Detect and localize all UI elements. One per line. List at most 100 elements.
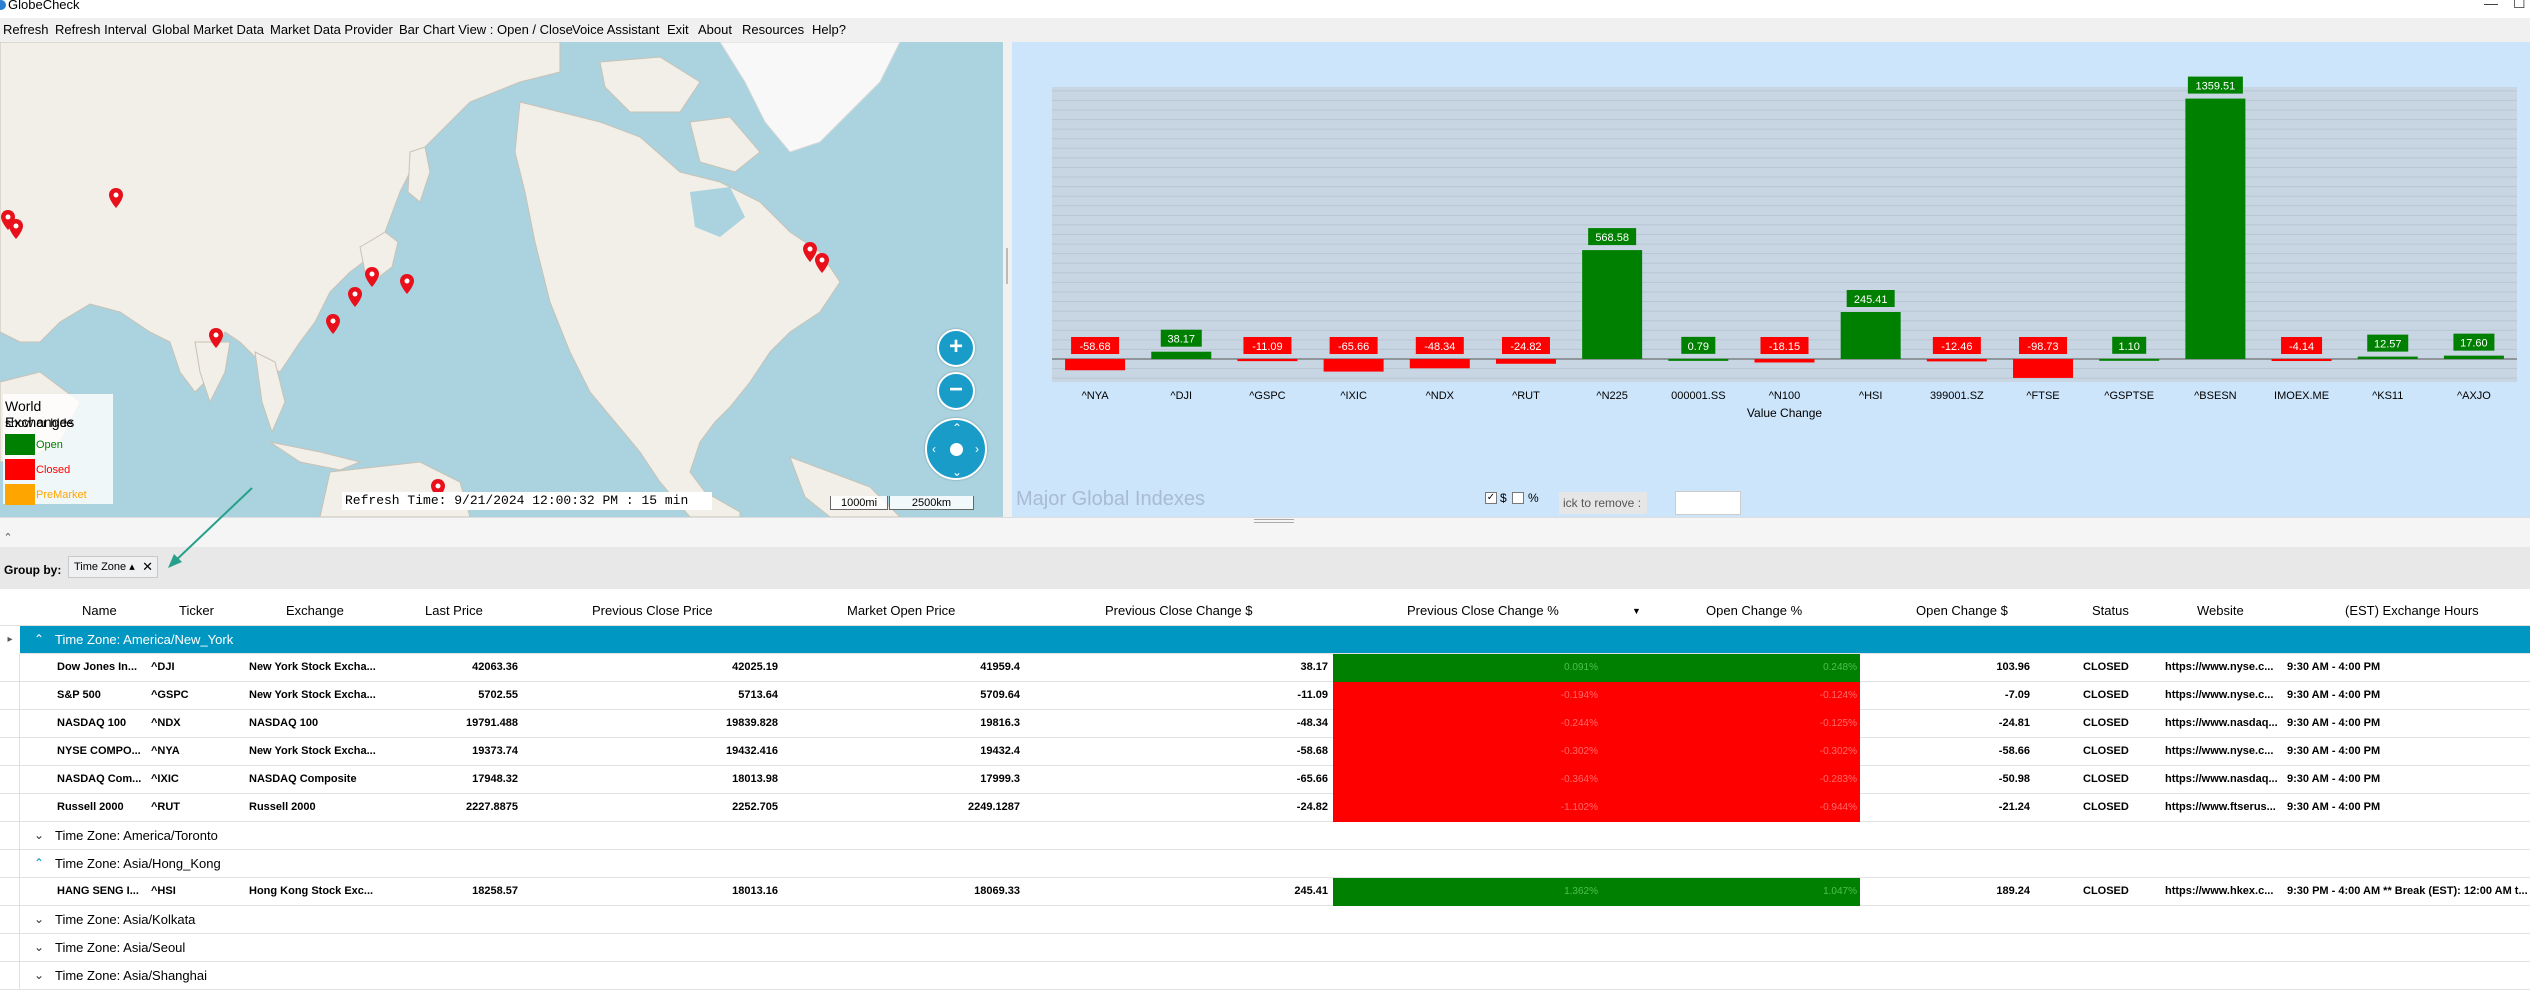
legend-open-swatch[interactable] — [5, 434, 35, 455]
column-header-website[interactable]: Website — [2197, 603, 2244, 618]
menu-voice-assistant[interactable]: Voice Assistant — [572, 22, 659, 37]
group-chip-time-zone[interactable]: Time Zone ▴ ✕ — [68, 556, 158, 578]
row-indicator-icon[interactable]: ▸ — [0, 626, 20, 654]
group-row[interactable]: ▸ ⌃ Time Zone: America/New_York — [0, 626, 2530, 654]
remove-ticker-input[interactable] — [1675, 491, 1741, 515]
column-header-previous-close-price[interactable]: Previous Close Price — [592, 603, 713, 618]
map-pan-control[interactable]: ⌃ ⌄ ‹ › — [925, 418, 987, 480]
column-header-exchange-hours[interactable]: (EST) Exchange Hours — [2345, 603, 2479, 618]
column-header-previous-close-change-usd[interactable]: Previous Close Change $ — [1105, 603, 1252, 618]
menu-refresh[interactable]: Refresh — [3, 22, 49, 37]
chart-bar[interactable] — [1495, 359, 1556, 364]
table-row[interactable]: HANG SENG I... ^HSI Hong Kong Stock Exc...… — [0, 878, 2530, 906]
zoom-in-button[interactable]: + — [937, 329, 975, 367]
chevron-down-icon[interactable]: ⌄ — [34, 940, 44, 954]
chart-bar[interactable] — [1237, 359, 1298, 362]
menu-exit[interactable]: Exit — [667, 22, 689, 37]
exchange-pin-icon[interactable] — [815, 253, 829, 273]
legend-closed-label[interactable]: Closed — [36, 464, 70, 476]
chart-bar[interactable] — [1323, 359, 1384, 372]
close-icon[interactable]: ✕ — [142, 557, 153, 577]
legend-open-label[interactable]: Open — [36, 439, 63, 451]
chart-bar[interactable] — [1151, 351, 1212, 360]
chevron-up-icon[interactable]: ⌃ — [34, 856, 44, 870]
menu-refresh-interval[interactable]: Refresh Interval — [55, 22, 147, 37]
menu-help[interactable]: Help? — [812, 22, 846, 37]
x-tick-label: ^N100 — [1769, 390, 1800, 402]
horizontal-splitter[interactable] — [0, 517, 2530, 547]
column-header-open-change-pct[interactable]: Open Change % — [1706, 603, 1802, 618]
bar-data-label: 568.58 — [1595, 232, 1629, 244]
pan-center-icon[interactable] — [950, 443, 963, 456]
menu-resources[interactable]: Resources — [742, 22, 804, 37]
column-header-last-price[interactable]: Last Price — [425, 603, 483, 618]
group-row[interactable]: ⌄ Time Zone: Asia/Shanghai — [0, 962, 2530, 990]
table-row[interactable]: NYSE COMPO... ^NYA New York Stock Excha...… — [0, 738, 2530, 766]
legend-closed-swatch[interactable] — [5, 459, 35, 480]
column-header-status[interactable]: Status — [2092, 603, 2129, 618]
pan-right-icon[interactable]: › — [975, 443, 979, 455]
column-header-exchange[interactable]: Exchange — [286, 603, 344, 618]
table-row[interactable]: S&P 500 ^GSPC New York Stock Excha... 5702.… — [0, 682, 2530, 710]
exchange-pin-icon[interactable] — [348, 287, 362, 307]
group-row[interactable]: ⌃ Time Zone: Asia/Hong_Kong — [0, 850, 2530, 878]
chevron-down-icon[interactable]: ⌄ — [34, 828, 44, 842]
table-row[interactable]: Dow Jones In... ^DJI New York Stock Excha.… — [0, 654, 2530, 682]
chevron-down-icon[interactable]: ⌄ — [34, 968, 44, 982]
group-row[interactable]: ⌄ Time Zone: Asia/Kolkata — [0, 906, 2530, 934]
chart-bar[interactable] — [2013, 359, 2074, 378]
chart-bar[interactable] — [2185, 98, 2246, 360]
chart-bar[interactable] — [1065, 359, 1126, 371]
group-row[interactable]: ⌄ Time Zone: America/Toronto — [0, 822, 2530, 850]
sort-descending-icon[interactable]: ▼ — [1632, 606, 1641, 616]
exchange-pin-icon[interactable] — [209, 328, 223, 348]
percent-checkbox[interactable] — [1512, 492, 1524, 504]
menu-about[interactable]: About — [698, 22, 732, 37]
bar-data-label: 245.41 — [1854, 294, 1888, 306]
world-map[interactable]: + − ⌃ ⌄ ‹ › World Exchanges show or hide… — [0, 42, 1003, 517]
chart-bar[interactable] — [1582, 250, 1643, 360]
chart-bar[interactable] — [2443, 355, 2504, 360]
legend-premarket-swatch[interactable] — [5, 484, 35, 505]
menu-global-market-data[interactable]: Global Market Data — [152, 22, 264, 37]
chevron-down-icon[interactable]: ⌄ — [34, 912, 44, 926]
menu-bar-chart-view[interactable]: Bar Chart View : Open / Close — [399, 22, 573, 37]
table-row[interactable]: NASDAQ 100 ^NDX NASDAQ 100 19791.488 19839.8… — [0, 710, 2530, 738]
maximize-button[interactable]: ☐ — [2513, 0, 2526, 10]
pan-left-icon[interactable]: ‹ — [932, 443, 936, 455]
exchange-pin-icon[interactable] — [365, 267, 379, 287]
column-header-open-change-usd[interactable]: Open Change $ — [1916, 603, 2008, 618]
chart-bar[interactable] — [2099, 358, 2160, 361]
pan-up-icon[interactable]: ⌃ — [952, 422, 962, 434]
chart-bar[interactable] — [2271, 359, 2332, 362]
zoom-out-button[interactable]: − — [937, 372, 975, 410]
cell-prev: 5713.64 — [738, 689, 778, 701]
exchange-pin-icon[interactable] — [9, 219, 23, 239]
column-header-previous-close-change-pct[interactable]: Previous Close Change % — [1407, 603, 1559, 618]
chart-bar[interactable] — [1668, 358, 1729, 361]
chart-bar[interactable] — [1754, 359, 1815, 363]
menu-market-data-provider[interactable]: Market Data Provider — [270, 22, 393, 37]
chart-bar[interactable] — [1926, 359, 1987, 362]
legend-premarket-label[interactable]: PreMarket — [36, 489, 87, 501]
row-indicator-cell — [0, 906, 20, 934]
column-header-name[interactable]: Name — [82, 603, 117, 618]
vertical-splitter[interactable] — [1003, 42, 1012, 517]
column-header-ticker[interactable]: Ticker — [179, 603, 214, 618]
chart-bar[interactable] — [2357, 356, 2418, 360]
chart-bar[interactable] — [1840, 312, 1901, 360]
minimize-button[interactable]: — — [2484, 0, 2498, 10]
cell-open-change-pct: 1.047% — [1601, 878, 1860, 906]
table-row[interactable]: NASDAQ Com... ^IXIC NASDAQ Composite 17948.… — [0, 766, 2530, 794]
column-header-market-open-price[interactable]: Market Open Price — [847, 603, 955, 618]
collapse-panel-icon[interactable]: ⌃ — [0, 530, 16, 546]
exchange-pin-icon[interactable] — [109, 188, 123, 208]
chevron-up-icon[interactable]: ⌃ — [34, 632, 44, 646]
exchange-pin-icon[interactable] — [326, 314, 340, 334]
pan-down-icon[interactable]: ⌄ — [952, 466, 962, 478]
chart-bar[interactable] — [1409, 359, 1470, 369]
exchange-pin-icon[interactable] — [400, 274, 414, 294]
table-row[interactable]: Russell 2000 ^RUT Russell 2000 2227.8875 225… — [0, 794, 2530, 822]
group-row[interactable]: ⌄ Time Zone: Asia/Seoul — [0, 934, 2530, 962]
dollar-checkbox[interactable]: ✓ — [1485, 492, 1497, 504]
